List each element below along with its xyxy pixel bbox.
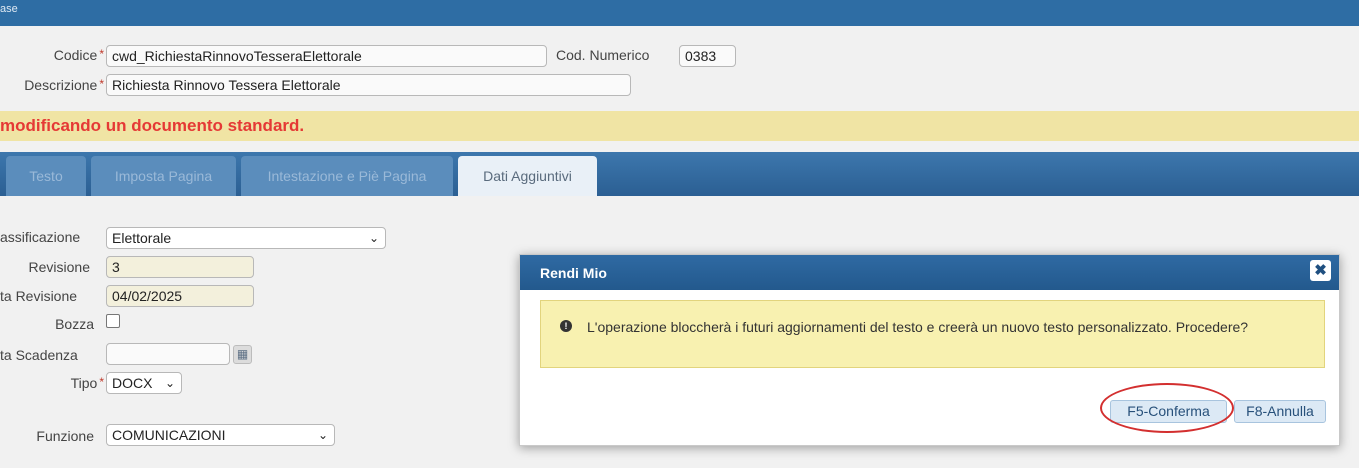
app-top-bar: ase: [0, 0, 1359, 26]
window-title: ase: [0, 3, 18, 15]
classificazione-label: assificazione: [0, 229, 81, 245]
data-revisione-label: ta Revisione: [0, 288, 78, 304]
cod-numerico-label: Cod. Numerico: [556, 47, 650, 63]
funzione-label: Funzione: [36, 428, 94, 444]
revisione-input[interactable]: 3: [106, 256, 254, 278]
dialog-message: L'operazione bloccherà i futuri aggiorna…: [587, 319, 1249, 335]
warning-text: modificando un documento standard.: [0, 116, 305, 135]
codice-input[interactable]: cwd_RichiestaRinnovoTesseraElettorale: [106, 45, 547, 67]
calendar-icon[interactable]: ▦: [233, 345, 252, 364]
data-scadenza-label: ta Scadenza: [0, 347, 78, 363]
dialog-message-box: ! L'operazione bloccherà i futuri aggior…: [540, 300, 1325, 368]
warning-banner: modificando un documento standard.: [0, 111, 1359, 141]
tipo-value: DOCX: [112, 375, 153, 391]
cancel-button[interactable]: F8-Annulla: [1234, 400, 1326, 423]
descrizione-label: Descrizione *: [24, 77, 104, 93]
revisione-label: Revisione: [28, 259, 90, 275]
required-mark: *: [99, 77, 104, 91]
highlight-annotation: [1100, 383, 1234, 433]
required-mark: *: [99, 47, 104, 61]
dialog-header: Rendi Mio ✖: [520, 255, 1339, 290]
dialog-title: Rendi Mio: [540, 265, 607, 281]
chevron-down-icon: ⌄: [317, 428, 328, 442]
tab-imposta-pagina[interactable]: Imposta Pagina: [91, 156, 236, 196]
funzione-value: COMUNICAZIONI: [112, 427, 226, 443]
close-icon[interactable]: ✖: [1310, 260, 1331, 281]
classificazione-value: Elettorale: [112, 230, 172, 246]
classificazione-select[interactable]: Elettorale ⌄: [106, 227, 386, 249]
chevron-down-icon: ⌄: [164, 376, 175, 390]
tab-intestazione-pie-pagina[interactable]: Intestazione e Piè Pagina: [241, 156, 453, 196]
data-scadenza-input[interactable]: [106, 343, 230, 365]
funzione-select[interactable]: COMUNICAZIONI ⌄: [106, 424, 335, 446]
tipo-select[interactable]: DOCX ⌄: [106, 372, 182, 394]
bozza-label: Bozza: [55, 316, 94, 332]
tab-dati-aggiuntivi[interactable]: Dati Aggiuntivi: [458, 156, 597, 196]
descrizione-input[interactable]: Richiesta Rinnovo Tessera Elettorale: [106, 74, 631, 96]
bozza-checkbox[interactable]: [106, 314, 120, 328]
chevron-down-icon: ⌄: [368, 231, 379, 245]
rendi-mio-dialog: Rendi Mio ✖ ! L'operazione bloccherà i f…: [519, 254, 1340, 446]
tipo-label: Tipo *: [70, 375, 104, 391]
cod-numerico-input[interactable]: 0383: [679, 45, 736, 67]
exclamation-icon: !: [560, 320, 572, 332]
required-mark: *: [99, 375, 104, 389]
codice-label: Codice *: [53, 47, 104, 63]
data-revisione-input[interactable]: 04/02/2025: [106, 285, 254, 307]
tab-testo[interactable]: Testo: [6, 156, 86, 196]
